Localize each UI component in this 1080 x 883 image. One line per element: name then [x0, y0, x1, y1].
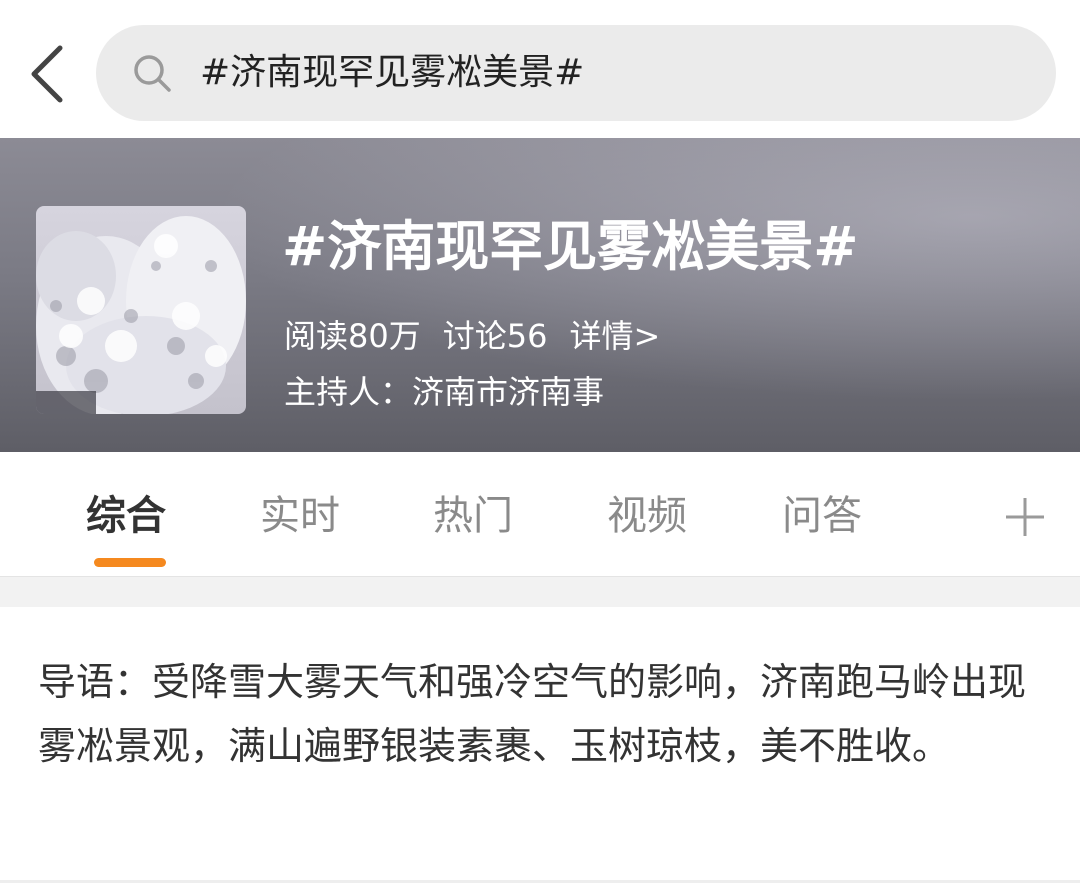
topic-intro: 导语：受降雪大雾天气和强冷空气的影响，济南跑马岭出现雾凇景观，满山遍野银装素裹、… — [38, 660, 1027, 768]
topic-cover-image — [36, 206, 246, 414]
topic-host[interactable]: 主持人：济南市济南事 — [284, 370, 604, 414]
chevron-left-icon — [31, 45, 63, 103]
tab-qa[interactable]: 问答 — [782, 488, 862, 544]
tab-bar: 综合 实时 热门 视频 问答 — [0, 452, 1080, 576]
read-count: 阅读80万 — [284, 317, 421, 355]
top-bar: #济南现罕见雾凇美景# — [0, 0, 1080, 140]
search-input[interactable]: #济南现罕见雾凇美景# — [96, 25, 1056, 121]
topic-stats: 阅读80万 讨论56 详情> — [284, 314, 682, 358]
search-query-text[interactable]: #济南现罕见雾凇美景# — [200, 47, 584, 99]
topic-header: #济南现罕见雾凇美景# 阅读80万 讨论56 详情> 主持人：济南市济南事 — [0, 138, 1080, 452]
tab-comprehensive[interactable]: 综合 — [86, 488, 166, 544]
tab-video[interactable]: 视频 — [607, 488, 687, 544]
tab-hot[interactable]: 热门 — [433, 488, 513, 544]
tab-realtime[interactable]: 实时 — [260, 488, 340, 544]
active-tab-indicator — [94, 558, 166, 567]
discussion-count: 讨论56 — [442, 317, 548, 355]
section-divider — [0, 576, 1080, 607]
topic-title: #济南现罕见雾凇美景# — [282, 215, 859, 278]
plus-icon[interactable] — [1004, 496, 1046, 538]
back-button[interactable] — [22, 38, 78, 110]
details-link[interactable]: 详情> — [569, 317, 660, 355]
search-icon — [134, 55, 171, 92]
